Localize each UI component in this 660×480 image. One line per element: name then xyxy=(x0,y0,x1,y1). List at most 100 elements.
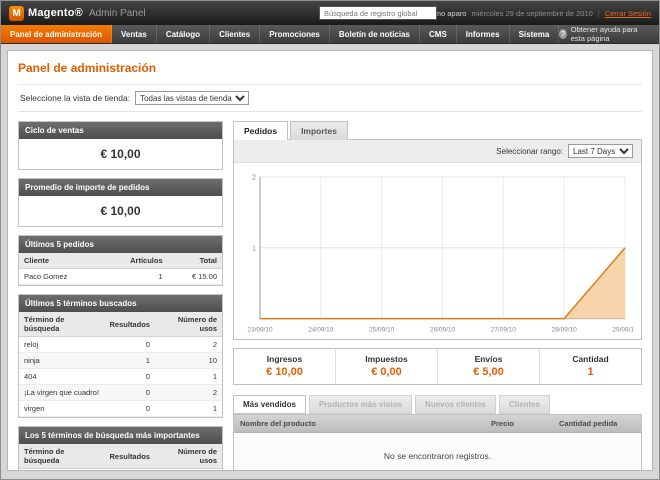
grid-tab-productos-m-s-vistos[interactable]: Productos más vistos xyxy=(309,395,412,414)
nav-item-bolet-n-de-noticias[interactable]: Boletín de noticias xyxy=(330,25,420,43)
help-label: Obtener ayuda para esta página xyxy=(571,25,651,43)
table-row[interactable]: 40401 xyxy=(19,369,222,385)
total-value: € 5,00 xyxy=(438,366,539,378)
total-label: Cantidad xyxy=(540,354,641,364)
nav-item-promociones[interactable]: Promociones xyxy=(260,25,330,43)
total-cantidad: Cantidad 1 xyxy=(539,349,641,384)
top-search-terms-widget: Los 5 términos de búsqueda más important… xyxy=(18,426,223,471)
nav-item-ventas[interactable]: Ventas xyxy=(112,25,157,43)
main-nav-bar: Panel de administraciónVentasCatálogoCli… xyxy=(1,25,659,44)
svg-text:29/09/10: 29/09/10 xyxy=(612,327,633,334)
total-label: Ingresos xyxy=(234,354,335,364)
svg-text:24/09/10: 24/09/10 xyxy=(308,327,334,334)
top-search-terms-table: Término de búsquedaResultadosNúmero de u… xyxy=(19,444,222,471)
column-header: Número de usos xyxy=(155,444,222,469)
diagram-panel: Seleccionar rango: Last 7 Days 23/09/102… xyxy=(233,139,642,340)
svg-text:26/09/10: 26/09/10 xyxy=(430,327,456,334)
column-header: Resultados xyxy=(105,444,155,469)
logo-subtitle: Admin Panel xyxy=(89,8,146,19)
average-orders-value: € 10,00 xyxy=(19,196,222,226)
grid-column-header[interactable]: Precio xyxy=(485,415,553,432)
dashboard-main: PedidosImportes Seleccionar rango: Last … xyxy=(233,121,642,471)
header-date: miércoles 29 de septiembre de 2010 xyxy=(471,9,592,18)
help-link[interactable]: ? Obtener ayuda para esta página xyxy=(559,25,659,43)
global-search-input[interactable] xyxy=(319,6,437,20)
grid-tabs: Más vendidosProductos más vistosNuevos c… xyxy=(233,395,642,414)
last-search-terms-widget: Últimos 5 términos buscados Término de b… xyxy=(18,294,223,418)
tab-importes[interactable]: Importes xyxy=(290,121,348,140)
table-row[interactable]: ninja110 xyxy=(19,469,222,472)
lifetime-sales-widget: Ciclo de ventas € 10,00 xyxy=(18,121,223,170)
widget-title: Promedio de importe de pedidos xyxy=(19,179,222,196)
store-view-select[interactable]: Todas las vistas de tienda xyxy=(135,91,249,105)
widget-title: Los 5 términos de búsqueda más important… xyxy=(19,427,222,444)
svg-text:23/09/10: 23/09/10 xyxy=(247,327,273,334)
column-header: Cliente xyxy=(19,253,102,269)
help-icon: ? xyxy=(559,29,566,39)
column-header: Número de usos xyxy=(155,312,222,337)
lifetime-sales-value: € 10,00 xyxy=(19,139,222,169)
logo-text: Magento® xyxy=(28,7,83,19)
total-value: 1 xyxy=(540,366,641,378)
total-value: € 0,00 xyxy=(336,366,437,378)
header: M Magento® Admin Panel Accedió como apar… xyxy=(1,1,659,25)
magento-logo-icon: M xyxy=(9,6,24,21)
svg-text:25/09/10: 25/09/10 xyxy=(369,327,395,334)
last-orders-table: ClienteArtículosTotalPaco Gomez1€ 15.00 xyxy=(19,253,222,285)
page-title: Panel de administración xyxy=(18,61,642,75)
sidebar: Ciclo de ventas € 10,00 Promedio de impo… xyxy=(18,121,223,471)
nav-item-panel-de-administraci-n[interactable]: Panel de administración xyxy=(1,25,112,43)
grid-tab-clientes[interactable]: Clientes xyxy=(499,395,550,414)
widget-title: Últimos 5 términos buscados xyxy=(19,295,222,312)
totals-bar: Ingresos € 10,00Impuestos € 0,00Envíos € 5,… xyxy=(233,348,642,385)
last-orders-widget: Últimos 5 pedidos ClienteArtículosTotalP… xyxy=(18,235,223,286)
table-row[interactable]: ninja110 xyxy=(19,353,222,369)
logout-link[interactable]: Cerrar Sesión xyxy=(605,9,651,18)
magento-logo: M Magento® Admin Panel xyxy=(9,6,146,21)
column-header: Término de búsqueda xyxy=(19,312,105,337)
range-select[interactable]: Last 7 Days xyxy=(568,144,633,158)
svg-text:1: 1 xyxy=(252,245,256,252)
bestsellers-grid: Nombre del productoPrecioCantidad pedida… xyxy=(233,414,642,471)
content-panel: Panel de administración Seleccione la vi… xyxy=(7,50,653,471)
total-ingresos: Ingresos € 10,00 xyxy=(234,349,335,384)
column-header: Total xyxy=(168,253,222,269)
tab-pedidos[interactable]: Pedidos xyxy=(233,121,288,140)
main-nav: Panel de administraciónVentasCatálogoCli… xyxy=(1,25,559,43)
last-search-terms-table: Término de búsquedaResultadosNúmero de u… xyxy=(19,312,222,417)
total-label: Impuestos xyxy=(336,354,437,364)
grid-tab-m-s-vendidos[interactable]: Más vendidos xyxy=(233,395,306,414)
grid-column-header[interactable]: Cantidad pedida xyxy=(553,415,641,432)
nav-item-sistema[interactable]: Sistema xyxy=(510,25,560,43)
total-label: Envíos xyxy=(438,354,539,364)
table-row[interactable]: virgen01 xyxy=(19,401,222,417)
table-row[interactable]: Paco Gomez1€ 15.00 xyxy=(19,269,222,285)
grid-tab-nuevos-clientes[interactable]: Nuevos clientes xyxy=(415,395,496,414)
grid-header-row: Nombre del productoPrecioCantidad pedida xyxy=(234,415,641,433)
column-header: Término de búsqueda xyxy=(19,444,105,469)
nav-item-informes[interactable]: Informes xyxy=(457,25,510,43)
header-separator: | xyxy=(598,9,600,18)
total-env-os: Envíos € 5,00 xyxy=(437,349,539,384)
svg-text:27/09/10: 27/09/10 xyxy=(491,327,517,334)
grid-column-header[interactable]: Nombre del producto xyxy=(234,415,485,432)
widget-title: Ciclo de ventas xyxy=(19,122,222,139)
store-view-row: Seleccione la vista de tienda: Todas las… xyxy=(18,84,642,112)
store-view-label: Seleccione la vista de tienda: xyxy=(20,93,130,103)
total-impuestos: Impuestos € 0,00 xyxy=(335,349,437,384)
widget-title: Últimos 5 pedidos xyxy=(19,236,222,253)
dashboard-chart: 23/09/10 24/09/10 25/09/10 26/09/10 27/09/10… xyxy=(234,163,641,339)
column-header: Artículos xyxy=(102,253,168,269)
nav-item-cms[interactable]: CMS xyxy=(420,25,457,43)
table-row[interactable]: ¡La virgen que cuadro!02 xyxy=(19,385,222,401)
nav-item-clientes[interactable]: Clientes xyxy=(210,25,260,43)
column-header: Resultados xyxy=(105,312,155,337)
range-bar: Seleccionar rango: Last 7 Days xyxy=(234,140,641,163)
table-row[interactable]: reloj02 xyxy=(19,337,222,353)
total-value: € 10,00 xyxy=(234,366,335,378)
svg-text:2: 2 xyxy=(252,174,256,181)
empty-message: No se encontraron registros. xyxy=(234,433,641,471)
range-label: Seleccionar rango: xyxy=(496,147,563,156)
average-orders-widget: Promedio de importe de pedidos € 10,00 xyxy=(18,178,223,227)
nav-item-cat-logo[interactable]: Catálogo xyxy=(157,25,210,43)
